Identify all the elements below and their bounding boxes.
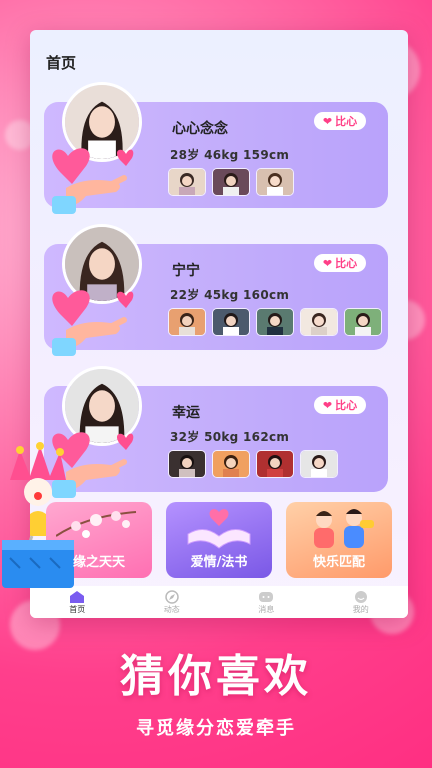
tab-feed[interactable]: 动态 [142, 589, 202, 615]
tab-home[interactable]: 首页 [47, 590, 107, 615]
finger-heart-icon [52, 148, 134, 214]
compass-icon [165, 589, 179, 604]
match-button-label: 比心 [335, 399, 358, 412]
profile-icon [354, 590, 367, 603]
feature-tile-love-book[interactable]: 爱情/法书 [166, 502, 272, 578]
tab-label: 消息 [258, 604, 275, 614]
photo-thumbnail[interactable] [344, 308, 382, 336]
photo-thumbnail[interactable] [212, 450, 250, 478]
message-icon [259, 591, 274, 602]
photo-thumbnail[interactable] [256, 450, 294, 478]
profile-stats: 32岁 50kg 162cm [170, 430, 290, 444]
match-button[interactable]: ❤ 比心 [314, 396, 366, 414]
feature-tile-happy-match[interactable]: 快乐匹配 [286, 502, 392, 578]
couple-icon [314, 509, 374, 548]
promo-title: 猜你喜欢 [120, 651, 312, 702]
match-button-label: 比心 [335, 115, 358, 128]
tab-messages[interactable]: 消息 [236, 590, 296, 615]
profile-name: 幸运 [172, 405, 200, 421]
tab-profile[interactable]: 我的 [331, 590, 391, 615]
photo-thumbnail[interactable] [256, 308, 294, 336]
heart-icon: ❤ [322, 114, 333, 128]
profile-name: 宁宁 [172, 263, 200, 279]
photo-thumbnail[interactable] [212, 308, 250, 336]
feature-label: 快乐匹配 [312, 555, 365, 570]
book-icon [187, 509, 251, 549]
profile-name: 心心念念 [172, 121, 228, 137]
photo-thumbnail[interactable] [212, 168, 250, 196]
heart-icon: ❤ [322, 398, 333, 412]
app-screen: 首页 心心念念 28岁 46kg 159cm ❤ 比心 宁宁 22岁 45kg … [30, 30, 408, 618]
photo-strip [168, 450, 338, 478]
match-button[interactable]: ❤ 比心 [314, 254, 366, 272]
heart-icon: ❤ [322, 256, 333, 270]
tab-label: 首页 [69, 604, 86, 614]
photo-thumbnail[interactable] [300, 308, 338, 336]
bottom-tab-bar: 首页 动态 消息 我的 [30, 586, 408, 618]
profile-stats: 28岁 46kg 159cm [170, 148, 290, 162]
tab-label: 动态 [163, 604, 180, 614]
tab-label: 我的 [352, 604, 369, 614]
match-button[interactable]: ❤ 比心 [314, 112, 366, 130]
promo-subtitle: 寻觅缘分恋爱牵手 [136, 718, 296, 739]
photo-thumbnail[interactable] [168, 168, 206, 196]
profile-stats: 22岁 45kg 160cm [170, 288, 290, 302]
feature-label: 爱情/法书 [190, 555, 248, 570]
photo-thumbnail[interactable] [300, 450, 338, 478]
photo-strip [168, 168, 294, 196]
jester-box-icon [2, 442, 74, 588]
finger-heart-icon [52, 290, 134, 356]
photo-strip [168, 308, 382, 336]
page-title: 首页 [46, 54, 77, 72]
feature-label: 缘之天天 [72, 555, 125, 570]
photo-thumbnail[interactable] [256, 168, 294, 196]
photo-thumbnail[interactable] [168, 308, 206, 336]
match-button-label: 比心 [335, 257, 358, 270]
home-icon [70, 590, 85, 603]
photo-thumbnail[interactable] [168, 450, 206, 478]
